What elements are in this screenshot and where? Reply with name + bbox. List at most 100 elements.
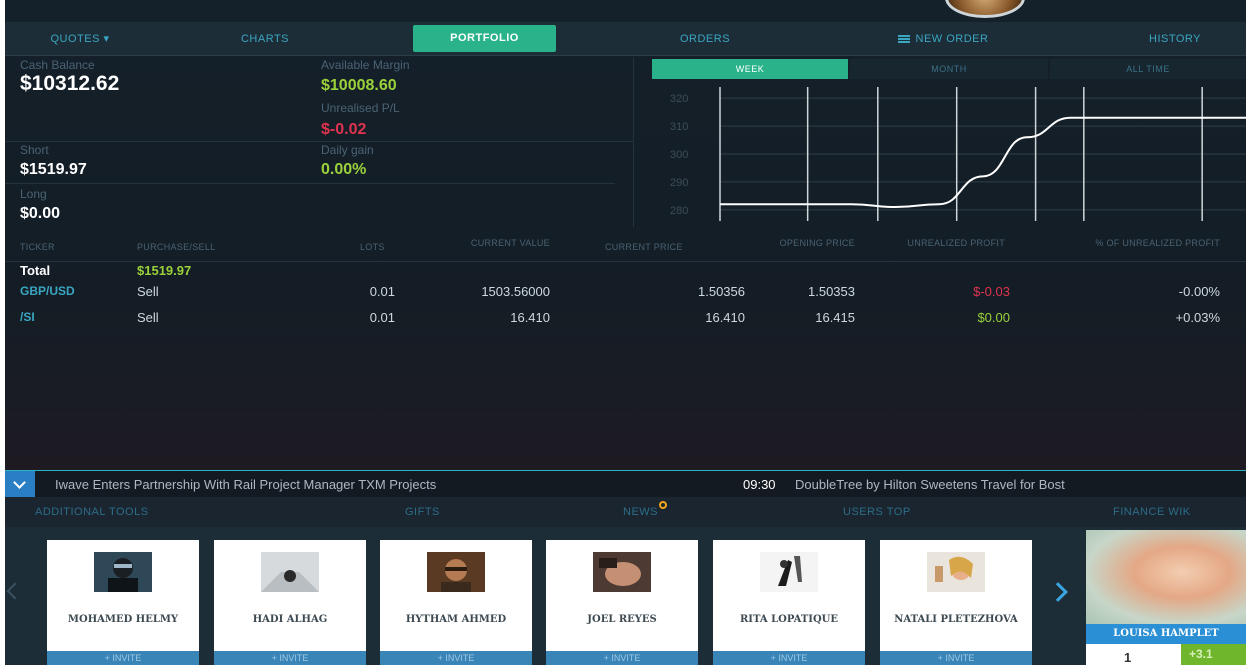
user-card[interactable]: NATALI PLETEZHOVA + INVITE xyxy=(880,540,1032,665)
news-headline[interactable]: DoubleTree by Hilton Sweetens Travel for… xyxy=(795,477,1065,492)
divider xyxy=(5,183,615,184)
featured-user-card[interactable]: LOUISA HAMPLET 1 +3.1 xyxy=(1086,530,1246,665)
invite-button[interactable]: + INVITE xyxy=(880,651,1032,665)
invite-button[interactable]: + INVITE xyxy=(713,651,865,665)
performance-chart: WEEK MONTH ALL TIME 320 310 300 290 280 xyxy=(633,57,1246,227)
col-lots: LOTS xyxy=(360,242,385,252)
nav-new-order-label: NEW ORDER xyxy=(915,33,989,45)
chart-tick-label: 310 xyxy=(670,121,688,133)
col-opening-price: OPENING PRICE xyxy=(779,238,855,248)
col-pct-unrealized: % OF UNREALIZED PROFIT xyxy=(1095,238,1220,248)
user-photo xyxy=(261,552,319,592)
tab-week[interactable]: WEEK xyxy=(652,59,848,79)
chart-tick-label: 280 xyxy=(670,205,688,217)
user-photo xyxy=(760,552,818,592)
row-pct: +0.03% xyxy=(1175,310,1220,325)
row-lots: 0.01 xyxy=(369,310,395,325)
chart-tick-label: 290 xyxy=(670,177,688,189)
nav-quotes[interactable]: QUOTES ▾ xyxy=(25,22,135,56)
user-card[interactable]: HYTHAM AHMED + INVITE xyxy=(380,540,532,665)
daily-gain-value: 0.00% xyxy=(321,161,367,178)
row-opening-price: 16.415 xyxy=(815,310,855,325)
nav-portfolio[interactable]: PORTFOLIO xyxy=(413,25,556,52)
tool-users-top[interactable]: USERS TOP xyxy=(843,497,911,527)
featured-user-name: LOUISA HAMPLET xyxy=(1086,624,1246,644)
col-current-price: CURRENT PRICE xyxy=(605,242,683,252)
row-current-price: 16.410 xyxy=(705,310,745,325)
user-card[interactable]: RITA LOPATIQUE + INVITE xyxy=(713,540,865,665)
daily-gain-label: Daily gain xyxy=(321,143,374,157)
row-lots: 0.01 xyxy=(369,284,395,299)
tab-all-time[interactable]: ALL TIME xyxy=(1050,59,1246,79)
chevron-down-icon xyxy=(13,476,26,489)
col-unrealized-profit: UNREALIZED PROFIT xyxy=(907,238,1005,248)
tool-additional-tools[interactable]: ADDITIONAL TOOLS xyxy=(35,497,149,527)
invite-button[interactable]: + INVITE xyxy=(47,651,199,665)
row-side: Sell xyxy=(137,284,159,299)
user-name: JOEL REYES xyxy=(587,614,657,625)
tab-month[interactable]: MONTH xyxy=(850,59,1048,79)
menu-icon xyxy=(897,35,910,44)
nav-new-order[interactable]: NEW ORDER xyxy=(863,22,1023,56)
user-photo xyxy=(94,552,152,592)
divider xyxy=(5,141,633,142)
row-current-value: 1503.56000 xyxy=(481,284,550,299)
user-photo xyxy=(427,552,485,592)
news-headline[interactable]: Iwave Enters Partnership With Rail Proje… xyxy=(55,477,436,492)
long-label: Long xyxy=(20,187,47,201)
table-row[interactable]: GBP/USD Sell 0.01 1503.56000 1.50356 1.5… xyxy=(5,280,1246,302)
table-row[interactable]: /SI Sell 0.01 16.410 16.410 16.415 $0.00… xyxy=(5,306,1246,328)
col-current-value: CURRENT VALUE xyxy=(470,238,550,248)
invite-button[interactable]: + INVITE xyxy=(214,651,366,665)
chevron-right-icon[interactable] xyxy=(1048,582,1068,602)
total-value: $1519.97 xyxy=(137,263,192,278)
user-card[interactable]: MOHAMED HELMY + INVITE xyxy=(47,540,199,665)
chart-tick-label: 300 xyxy=(670,149,688,161)
total-label: Total xyxy=(20,263,51,278)
row-opening-price: 1.50353 xyxy=(808,284,855,299)
nav-charts[interactable]: CHARTS xyxy=(220,22,310,56)
tool-finance-wiki[interactable]: FINANCE WIK xyxy=(1113,497,1191,527)
invite-button[interactable]: + INVITE xyxy=(380,651,532,665)
row-current-value: 16.410 xyxy=(510,310,550,325)
row-unrealized: $0.00 xyxy=(977,310,1010,325)
users-carousel: MOHAMED HELMY + INVITE HADI ALHAG + INVI… xyxy=(5,527,1246,665)
user-avatar[interactable] xyxy=(945,0,1025,18)
news-ticker: Iwave Enters Partnership With Rail Proje… xyxy=(5,470,1246,497)
available-margin-label: Available Margin xyxy=(321,58,410,72)
news-toggle-button[interactable] xyxy=(5,471,35,497)
user-card[interactable]: JOEL REYES + INVITE xyxy=(546,540,698,665)
short-value: $1519.97 xyxy=(20,161,87,178)
unrealised-value: $-0.02 xyxy=(321,121,367,138)
total-row: Total $1519.97 xyxy=(5,259,1246,281)
nav-history[interactable]: HISTORY xyxy=(1125,22,1225,56)
news-time: 09:30 xyxy=(743,477,776,492)
nav-orders[interactable]: ORDERS xyxy=(660,22,750,56)
available-margin-value: $10008.60 xyxy=(321,77,397,94)
row-ticker[interactable]: /SI xyxy=(20,310,35,324)
featured-user-gain: +3.1 xyxy=(1181,644,1246,665)
chevron-left-icon[interactable] xyxy=(6,582,24,600)
col-purchase-sell: PURCHASE/SELL xyxy=(137,242,216,252)
user-photo xyxy=(927,552,985,592)
tools-bar: ADDITIONAL TOOLS GIFTS NEWS USERS TOP FI… xyxy=(5,497,1246,527)
row-ticker[interactable]: GBP/USD xyxy=(20,284,75,298)
chart-tick-label: 320 xyxy=(670,93,688,105)
featured-user-photo xyxy=(1086,530,1246,624)
user-name: NATALI PLETEZHOVA xyxy=(894,614,1018,625)
user-photo xyxy=(593,552,651,592)
invite-button[interactable]: + INVITE xyxy=(546,651,698,665)
positions-table-header: TICKER PURCHASE/SELL LOTS CURRENT VALUE … xyxy=(5,234,1246,262)
tool-gifts[interactable]: GIFTS xyxy=(405,497,440,527)
chart-series-line xyxy=(719,116,1246,209)
chart-canvas: 320 310 300 290 280 xyxy=(670,87,1246,221)
user-name: MOHAMED HELMY xyxy=(67,614,179,625)
user-card[interactable]: HADI ALHAG + INVITE xyxy=(214,540,366,665)
featured-user-rank: 1 xyxy=(1124,650,1132,665)
row-pct: -0.00% xyxy=(1178,284,1220,299)
tool-news[interactable]: NEWS xyxy=(623,497,658,527)
cash-balance-value: $10312.62 xyxy=(20,72,120,95)
row-side: Sell xyxy=(137,310,159,325)
trading-app: QUOTES ▾ CHARTS PORTFOLIO ORDERS NEW ORD… xyxy=(5,0,1246,665)
row-current-price: 1.50356 xyxy=(698,284,745,299)
